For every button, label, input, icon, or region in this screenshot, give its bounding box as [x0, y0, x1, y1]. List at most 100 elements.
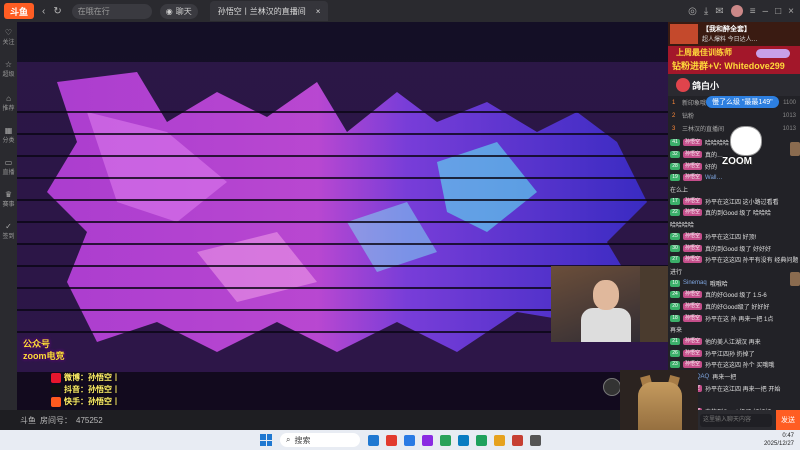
rank-value: 1100 — [783, 99, 796, 106]
chat-text: 孙平在这江四 这小路过看看 — [705, 199, 779, 206]
taskbar-app-icon[interactable] — [368, 434, 379, 446]
social-weibo: 微博：孙悟空丨 — [51, 372, 120, 383]
maximize-icon[interactable]: □ — [775, 6, 781, 17]
fan-badge: 孙悟空 — [683, 197, 703, 205]
mail-icon[interactable]: ✉ — [715, 6, 723, 17]
fan-badge: 孙悟空 — [683, 174, 703, 182]
nav-label: 超级 — [2, 72, 15, 78]
side-gift-icon[interactable] — [790, 142, 800, 156]
chat-message[interactable]: 23 孙悟空 孙平在这这四 孙个 买哦哦 — [670, 359, 798, 371]
chat-username[interactable]: Wall… — [705, 175, 722, 181]
rank-name: 钻粉 — [682, 114, 695, 120]
windows-start-icon[interactable] — [260, 434, 272, 446]
window-close-icon[interactable]: × — [788, 6, 794, 17]
event-banner[interactable]: 【我和醉全套】 超人爆料 今日达人… — [668, 22, 800, 46]
record-icon[interactable]: ◎ — [688, 6, 697, 17]
taskbar-app-icon[interactable] — [476, 434, 487, 446]
fan-badge: 孙悟空 — [683, 209, 703, 217]
chat-message[interactable]: 26 孙悟空 孙平江四孙 扔掉了 — [670, 347, 798, 359]
search-input[interactable]: 在哦在行 — [71, 3, 152, 19]
rank-number: 3 — [672, 125, 676, 132]
chat-message[interactable]: 17 孙悟空 孙平在这江四 这小路过看看 — [670, 195, 798, 207]
chat-message[interactable]: 21 孙悟空 他的美人江湖汉 再来 — [670, 336, 798, 348]
back-icon[interactable]: ‹ — [42, 6, 45, 17]
search-icon: ⌕ — [286, 435, 291, 444]
chat-panel: 【我和醉全套】 超人爆料 今日达人… 上周最佳训练师 钻粉进群+V: White… — [668, 22, 800, 430]
taskbar-app-icon[interactable] — [422, 434, 433, 446]
chat-message[interactable]: 20 孙悟空 真的好Good级了 好好好 — [670, 301, 798, 313]
download-icon[interactable]: ⤓ — [704, 6, 708, 17]
taskbar-search[interactable]: ⌕ 搜索 — [280, 433, 360, 447]
chat-text: 在么上 — [670, 188, 689, 195]
chat-button[interactable]: ◉ 聊天 — [159, 3, 198, 19]
social-label: 微博：孙悟空丨 — [64, 373, 120, 382]
nav-item-live[interactable]: ▭ 直播 — [0, 158, 17, 176]
chat-message[interactable]: 再来 — [670, 324, 798, 336]
chat-input-row: 这里输入聊天内容 发送 — [698, 410, 800, 430]
level-badge: 41 — [670, 139, 680, 147]
level-badge: 22 — [670, 209, 680, 217]
taskbar-app-icon[interactable] — [530, 434, 541, 446]
player-corner-button[interactable] — [603, 378, 621, 396]
chat-input[interactable]: 这里输入聊天内容 — [700, 413, 772, 427]
tab-title: 孙悟空丨兰林汉的直播间 — [217, 6, 306, 16]
chat-message[interactable]: 27孙悟空孙平在这这四 孙平有没有 经典问题 你可 — [670, 254, 798, 266]
nav-item-events[interactable]: ♛ 赛事 — [0, 190, 17, 208]
social-label: 抖音：孙悟空丨 — [64, 385, 120, 394]
chat-username[interactable]: Sinemaq — [683, 280, 707, 286]
send-button[interactable]: 发送 — [776, 410, 800, 430]
chat-text: 孙平江四孙 扔掉了 — [705, 351, 755, 358]
chat-message[interactable]: 24 孙悟空 真的好Good 级了 1.5-6 — [670, 289, 798, 301]
tab-stream[interactable]: 孙悟空丨兰林汉的直播间 × — [209, 1, 329, 21]
level-badge: 30 — [670, 244, 680, 252]
chat-message[interactable]: 30 孙悟空 真的到Good 级了 好好好 — [670, 242, 798, 254]
nav-item-checkin[interactable]: ✓ 签到 — [0, 222, 17, 240]
chat-message[interactable]: 25 孙悟空 孙平在这江四 好顶! — [670, 231, 798, 243]
chat-message[interactable]: 哈哈哈哈 — [670, 219, 798, 231]
rank-row[interactable]: 2 钻粉 1013 — [668, 109, 800, 122]
nav-item-super[interactable]: ☆ 超级 — [0, 60, 17, 78]
social-kuaishou: 快手：孙悟空丨 — [51, 396, 120, 407]
system-tray[interactable]: 0:47 2025/12/27 — [764, 432, 794, 448]
close-icon[interactable]: × — [316, 7, 321, 16]
chat-text: 好的 — [705, 164, 718, 171]
window-controls: ◎ ⤓ ✉ ≡ – □ × — [688, 5, 800, 17]
douyu-logo[interactable]: 斗鱼 — [4, 3, 34, 19]
menu-icon[interactable]: ≡ — [750, 6, 756, 17]
video-player[interactable]: 公众号 zoom电竞 微博：孙悟空丨 抖音：孙悟空丨 快手：孙悟空丨 — [17, 22, 668, 410]
banner-thumbnail — [670, 24, 698, 44]
nav-item-recommend[interactable]: ⌂ 推荐 — [0, 94, 17, 112]
chat-bubble-icon: ◉ — [165, 6, 173, 16]
fan-badge: 孙悟空 — [683, 139, 703, 147]
chat-message[interactable]: 10 Sinemaq 哦哦哈 — [670, 277, 798, 289]
side-gift-icon[interactable] — [790, 272, 800, 286]
nav-item-follow[interactable]: ♡ 关注 — [0, 28, 17, 46]
chat-text: 孙平在这江四 再来一把 开始 — [705, 386, 781, 393]
rank-header[interactable]: 鸽白小 — [668, 74, 800, 96]
taskbar-app-icon[interactable] — [404, 434, 415, 446]
chat-text: 哦哦哈 — [709, 281, 728, 288]
taskbar-app-icon[interactable] — [458, 434, 469, 446]
taskbar-app-icon[interactable] — [512, 434, 523, 446]
cat-face-icon — [730, 126, 762, 156]
chat-text: 再来 — [670, 328, 683, 335]
home-icon: ⌂ — [6, 94, 11, 103]
streamer-webcam — [551, 266, 668, 342]
refresh-icon[interactable]: ↻ — [53, 6, 61, 17]
taskbar-app-icon[interactable] — [386, 434, 397, 446]
level-badge: 20 — [670, 302, 680, 310]
chat-message[interactable]: 进行 — [670, 266, 798, 278]
nav-label: 签到 — [2, 234, 15, 240]
chat-message[interactable]: 在么上 — [670, 184, 798, 196]
nav-item-category[interactable]: ▦ 分类 — [0, 126, 17, 144]
taskbar-app-icon[interactable] — [494, 434, 505, 446]
nav-label: 直播 — [2, 170, 15, 176]
chat-message[interactable]: 18 孙悟空 孙平在这 孙 再来一把 1点 — [670, 312, 798, 324]
chat-message[interactable]: 22 孙悟空 真的到Good 级了 哈哈哈 — [670, 207, 798, 219]
search-placeholder: 在哦在行 — [77, 6, 110, 16]
chat-text: 孙平在这江四 好顶! — [705, 234, 757, 241]
taskbar-app-icon[interactable] — [440, 434, 451, 446]
level-badge: 17 — [670, 197, 680, 205]
minimize-icon[interactable]: – — [763, 6, 769, 17]
avatar[interactable] — [730, 5, 743, 17]
